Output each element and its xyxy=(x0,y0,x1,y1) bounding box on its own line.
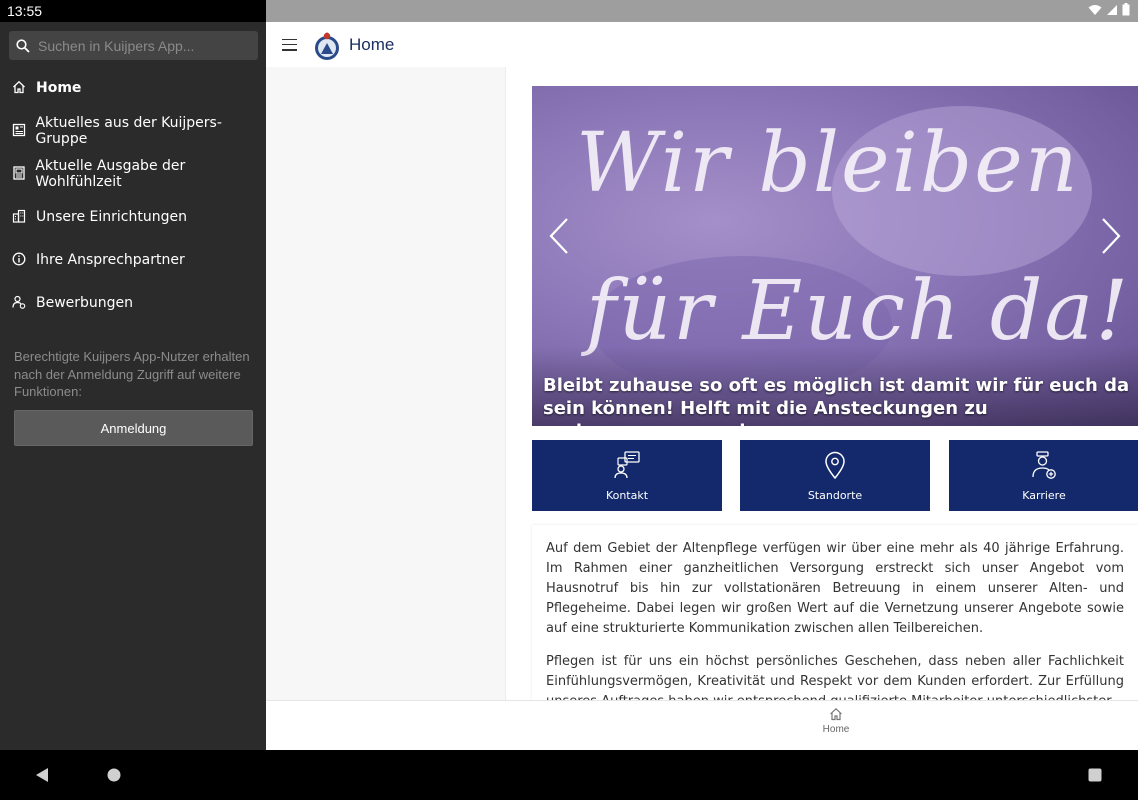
menu-item-applications[interactable]: Bewerbungen xyxy=(0,281,266,324)
quick-links: Kontakt Standorte Karriere xyxy=(532,440,1138,511)
status-bar: 13:55 xyxy=(0,0,1138,22)
back-icon[interactable] xyxy=(34,767,50,783)
content-area: Wir bleiben für Euch da! Bleibt zuhause … xyxy=(506,67,1138,700)
system-navigation-bar xyxy=(0,750,1138,800)
tile-label: Kontakt xyxy=(605,489,649,502)
app-main: Home Wir bleiben für Euch da! Bleibt zuh… xyxy=(266,22,1138,750)
menu-item-contacts[interactable]: Ihre Ansprechpartner xyxy=(0,238,266,281)
menu-item-label: Bewerbungen xyxy=(36,294,134,311)
intro-paragraph: Pflegen ist für uns ein höchst persönlic… xyxy=(546,654,1124,700)
system-icons xyxy=(1088,3,1130,16)
wifi-icon xyxy=(1088,4,1102,15)
status-time: 13:55 xyxy=(7,3,43,19)
menu-icon[interactable] xyxy=(282,38,297,51)
search-input[interactable]: Suchen in Kuijpers App... xyxy=(9,31,258,60)
app-bar: Home xyxy=(266,22,1138,67)
career-tile[interactable]: Karriere xyxy=(949,440,1138,511)
tile-label: Karriere xyxy=(1022,489,1066,502)
menu-item-magazine[interactable]: Aktuelle Ausgabe der Wohlfühlzeit xyxy=(0,152,266,195)
news-icon xyxy=(12,123,27,139)
login-note: Berechtigte Kuijpers App-Nutzer erhalten… xyxy=(14,349,250,399)
hero-image-text: Wir bleiben xyxy=(576,116,1080,211)
location-pin-icon xyxy=(825,451,845,480)
locations-tile[interactable]: Standorte xyxy=(740,440,930,511)
kuijpers-logo xyxy=(315,31,339,60)
hero-carousel[interactable]: Wir bleiben für Euch da! Bleibt zuhause … xyxy=(532,86,1138,426)
chevron-left-icon[interactable] xyxy=(547,216,571,256)
home-button-icon[interactable] xyxy=(107,767,121,783)
menu-item-label: Aktuelle Ausgabe der Wohlfühlzeit xyxy=(35,157,186,190)
drawer-menu: Home Aktuelles aus der Kuijpers-Gruppe A… xyxy=(0,66,266,324)
menu-item-label: Home xyxy=(36,79,82,96)
hero-caption[interactable]: Bleibt zuhause so oft es möglich ist dam… xyxy=(543,374,1133,426)
hero-image-text: für Euch da! xyxy=(586,264,1131,359)
menu-item-label: Unsere Einrichtungen xyxy=(36,208,187,225)
career-icon xyxy=(1032,451,1056,479)
battery-icon xyxy=(1122,3,1130,16)
home-icon xyxy=(830,707,842,721)
menu-item-label: Aktuelles aus der Kuijpers-Gruppe xyxy=(35,114,222,147)
home-icon xyxy=(12,80,28,96)
contact-tile[interactable]: Kontakt xyxy=(532,440,722,511)
signal-icon xyxy=(1107,4,1117,15)
buildings-icon xyxy=(12,209,28,225)
contact-icon xyxy=(614,451,640,479)
left-pane xyxy=(266,67,506,700)
tile-label: Standorte xyxy=(807,489,863,502)
navigation-drawer: Suchen in Kuijpers App... Home Aktuelles… xyxy=(0,22,266,750)
search-icon xyxy=(16,38,30,53)
intro-text-card: Auf dem Gebiet der Altenpflege verfügen … xyxy=(532,525,1138,700)
search-placeholder: Suchen in Kuijpers App... xyxy=(38,37,195,54)
bottom-nav-label: Home xyxy=(822,724,850,735)
chevron-right-icon[interactable] xyxy=(1099,216,1123,256)
menu-item-news[interactable]: Aktuelles aus der Kuijpers-Gruppe xyxy=(0,109,266,152)
bottom-navigation: Home xyxy=(266,700,1138,750)
menu-item-label: Ihre Ansprechpartner xyxy=(36,251,185,268)
magazine-icon xyxy=(12,165,27,182)
page-title: Home xyxy=(349,34,395,54)
menu-item-facilities[interactable]: Unsere Einrichtungen xyxy=(0,195,266,238)
bottom-nav-home[interactable]: Home xyxy=(811,707,861,735)
recents-icon[interactable] xyxy=(1088,767,1102,783)
menu-item-home[interactable]: Home xyxy=(0,66,266,109)
applicant-icon xyxy=(12,295,28,311)
intro-paragraph: Auf dem Gebiet der Altenpflege verfügen … xyxy=(546,541,1124,636)
login-button[interactable]: Anmeldung xyxy=(14,410,253,446)
info-icon xyxy=(12,252,28,268)
